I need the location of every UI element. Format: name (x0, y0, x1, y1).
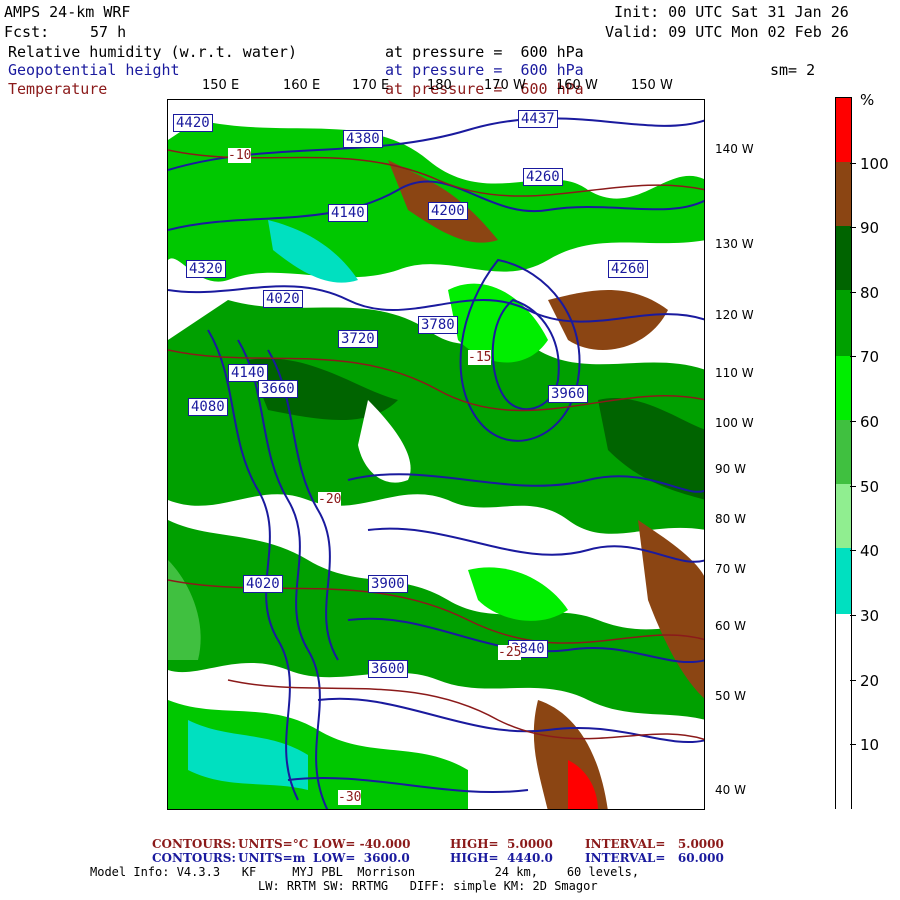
lat-label: 100 W (715, 416, 754, 430)
lat-label: 120 W (715, 308, 754, 322)
colorbar-segment (836, 420, 851, 484)
height-label: 3780 (418, 316, 458, 334)
lon-label: 150 E (202, 78, 240, 93)
lat-label: 60 W (715, 619, 746, 633)
colorbar-label: 70 (860, 348, 880, 366)
colorbar-label: 20 (860, 672, 880, 690)
height-label: 4200 (428, 202, 468, 220)
lat-label: 130 W (715, 237, 754, 251)
colorbar-label: 10 (860, 736, 880, 754)
colorbar-segment (836, 614, 851, 810)
colorbar-label: 80 (860, 284, 880, 302)
forecast-label: Fcst: (4, 23, 50, 41)
field-rh-name: Relative humidity (w.r.t. water) (8, 43, 297, 61)
field-rh-level: at pressure = 600 hPa (385, 43, 584, 61)
lon-label: 150 W (631, 78, 673, 93)
height-label: 4140 (328, 204, 368, 222)
colorbar-segment (836, 548, 851, 614)
lat-label: 70 W (715, 562, 746, 576)
colorbar-segment (836, 226, 851, 290)
colorbar-label: 50 (860, 478, 880, 496)
temp-contour-interval: INTERVAL= 5.0000 (585, 837, 724, 851)
height-contour-label: CONTOURS: (152, 851, 236, 865)
model-info: Model Info: V4.3.3 KF MYJ PBL Morrison 2… (90, 865, 640, 879)
colorbar (835, 97, 852, 810)
temp-contour-label: CONTOURS: (152, 837, 236, 851)
height-label: 3720 (338, 330, 378, 348)
lon-label: 160 W (556, 78, 598, 93)
height-contour-high: HIGH= 4440.0 (450, 851, 553, 865)
lat-label: 90 W (715, 462, 746, 476)
lon-label: 180 (427, 78, 452, 93)
lat-label: 140 W (715, 142, 754, 156)
lat-label: 50 W (715, 689, 746, 703)
height-label: 3960 (548, 385, 588, 403)
colorbar-segment (836, 98, 851, 162)
height-label: 4020 (263, 290, 303, 308)
temp-contour-low: LOW= -40.000 (313, 837, 411, 851)
height-label: 4080 (188, 398, 228, 416)
colorbar-segment (836, 356, 851, 420)
lat-label: 40 W (715, 783, 746, 797)
model-physics: LW: RRTM SW: RRTMG DIFF: simple KM: 2D S… (258, 879, 598, 893)
height-label: 4420 (173, 114, 213, 132)
colorbar-label: 40 (860, 542, 880, 560)
forecast-hour: 57 h (90, 23, 127, 41)
colorbar-segment (836, 290, 851, 356)
temp-contour-units: UNITS=°C (238, 837, 309, 851)
lat-label: 80 W (715, 512, 746, 526)
height-label: 4437 (518, 110, 558, 128)
field-temp-name: Temperature (8, 80, 108, 98)
colorbar-segment (836, 162, 851, 226)
colorbar-unit: % (860, 91, 875, 109)
colorbar-label: 100 (860, 155, 889, 173)
colorbar-label: 90 (860, 219, 880, 237)
temperature-label: -15 (468, 350, 492, 365)
height-label: 4260 (608, 260, 648, 278)
lat-label: 110 W (715, 366, 754, 380)
temp-contour-high: HIGH= 5.0000 (450, 837, 553, 851)
lon-label: 170 W (484, 78, 526, 93)
colorbar-segment (836, 484, 851, 548)
height-contour-units: UNITS=m (238, 851, 306, 865)
lon-label: 170 E (352, 78, 390, 93)
colorbar-label: 30 (860, 607, 880, 625)
weather-map: 4420 4380 4260 4200 4140 4320 4020 4260 … (167, 99, 705, 810)
height-label: 4380 (343, 130, 383, 148)
lon-label: 160 E (283, 78, 321, 93)
height-label: 4020 (243, 575, 283, 593)
height-label: 3600 (368, 660, 408, 678)
height-label: 3660 (258, 380, 298, 398)
temperature-label: -20 (318, 492, 342, 507)
temperature-label: -30 (338, 790, 362, 805)
model-title: AMPS 24-km WRF (4, 3, 131, 21)
valid-time: Valid: 09 UTC Mon 02 Feb 26 (605, 23, 849, 41)
field-height-name: Geopotential height (8, 61, 180, 79)
colorbar-label: 60 (860, 413, 880, 431)
height-contour-interval: INTERVAL= 60.000 (585, 851, 724, 865)
init-time: Init: 00 UTC Sat 31 Jan 26 (614, 3, 849, 21)
smoothing-value: sm= 2 (770, 61, 816, 79)
temperature-label: -10 (228, 148, 252, 163)
height-label: 4320 (186, 260, 226, 278)
temperature-label: -25 (498, 645, 522, 660)
height-contour-low: LOW= 3600.0 (313, 851, 410, 865)
height-label: 4260 (523, 168, 563, 186)
field-height-level: at pressure = 600 hPa (385, 61, 584, 79)
height-label: 3900 (368, 575, 408, 593)
